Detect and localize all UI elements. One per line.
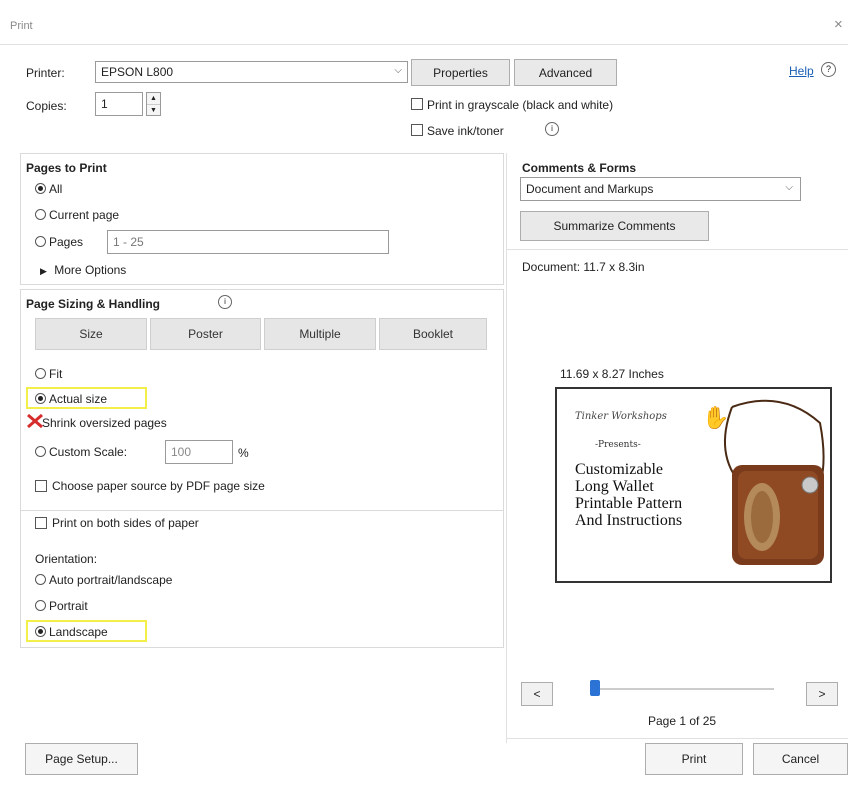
copies-input[interactable]: 1: [95, 92, 143, 116]
radio-current-page[interactable]: [35, 209, 46, 220]
preview-line: Long Wallet: [575, 478, 654, 495]
window-title: Print: [10, 20, 33, 32]
document-size-label: Document: 11.7 x 8.3in: [522, 260, 645, 274]
right-panel-divider: [506, 153, 507, 743]
comments-divider: [507, 249, 848, 250]
preview-page: Tinker Workshops ✋ -Presents- Customizab…: [555, 387, 832, 583]
printer-select[interactable]: EPSON L800 ⌵: [95, 61, 408, 83]
page-sizing-title: Page Sizing & Handling: [26, 297, 161, 311]
help-icon[interactable]: ?: [821, 62, 836, 77]
chevron-down-icon: ⌵: [394, 65, 402, 76]
duplex-checkbox[interactable]: [35, 517, 47, 529]
radio-portrait[interactable]: [35, 600, 46, 611]
radio-pages[interactable]: [35, 236, 46, 247]
summarize-comments-button[interactable]: Summarize Comments: [520, 211, 709, 241]
paper-source-checkbox[interactable]: [35, 480, 47, 492]
cancel-button[interactable]: Cancel: [753, 743, 848, 775]
tab-booklet[interactable]: Booklet: [379, 318, 487, 350]
preview-title-block: Customizable Long Wallet Printable Patte…: [575, 461, 682, 529]
radio-pages-label: Pages: [49, 235, 84, 249]
printer-value: EPSON L800: [101, 65, 174, 79]
radio-landscape-label: Landscape: [49, 625, 108, 639]
preview-line: Printable Pattern: [575, 495, 683, 512]
radio-landscape[interactable]: [35, 626, 46, 637]
advanced-button[interactable]: Advanced: [514, 59, 617, 86]
tab-size[interactable]: Size: [35, 318, 147, 350]
shrink-checkbox-crossed[interactable]: [27, 413, 43, 429]
footer-divider: [507, 738, 848, 739]
preview-size-label: 11.69 x 8.27 Inches: [560, 367, 664, 381]
save-ink-checkbox[interactable]: [411, 124, 423, 136]
pages-range-input[interactable]: 1 - 25: [107, 230, 389, 254]
radio-fit-label: Fit: [49, 367, 63, 381]
radio-current-label: Current page: [49, 208, 120, 222]
stepper-down-icon[interactable]: ▼: [147, 104, 160, 116]
page-info: Page 1 of 25: [648, 714, 717, 728]
radio-actual-label: Actual size: [49, 392, 108, 406]
duplex-label: Print on both sides of paper: [52, 516, 199, 530]
chevron-down-icon: ⌵: [785, 182, 793, 193]
preview-presents: -Presents-: [595, 440, 641, 450]
comments-select[interactable]: Document and Markups ⌵: [520, 177, 801, 201]
chevron-right-icon: >: [818, 687, 826, 701]
radio-all[interactable]: [35, 183, 46, 194]
radio-auto-label: Auto portrait/landscape: [49, 573, 173, 587]
properties-button[interactable]: Properties: [411, 59, 510, 86]
comments-forms-title: Comments & Forms: [522, 161, 637, 175]
chevron-left-icon: <: [533, 687, 541, 701]
paper-source-label: Choose paper source by PDF page size: [52, 479, 265, 493]
tab-multiple[interactable]: Multiple: [264, 318, 376, 350]
next-page-button[interactable]: >: [806, 682, 838, 706]
preview-line: And Instructions: [575, 512, 683, 529]
radio-portrait-label: Portrait: [49, 599, 88, 613]
red-x-icon: [27, 413, 43, 429]
copies-label: Copies:: [26, 99, 67, 113]
close-icon[interactable]: ×: [834, 16, 843, 33]
radio-actual-size[interactable]: [35, 393, 46, 404]
page-setup-button[interactable]: Page Setup...: [25, 743, 138, 775]
page-slider-track[interactable]: [594, 688, 774, 690]
page-slider-thumb[interactable]: [590, 680, 600, 696]
triangle-right-icon: ▶: [40, 266, 47, 276]
tab-poster[interactable]: Poster: [150, 318, 261, 350]
printer-label: Printer:: [26, 66, 65, 80]
prev-page-button[interactable]: <: [521, 682, 553, 706]
radio-all-label: All: [49, 182, 63, 196]
pages-to-print-title: Pages to Print: [26, 161, 107, 175]
custom-scale-input[interactable]: 100: [165, 440, 233, 464]
sizing-info-icon[interactable]: i: [218, 295, 232, 309]
orientation-title: Orientation:: [35, 552, 98, 566]
save-ink-label: Save ink/toner: [427, 124, 504, 138]
copies-stepper[interactable]: ▲ ▼: [146, 92, 161, 116]
shrink-label: Shrink oversized pages: [42, 416, 167, 430]
radio-custom-label: Custom Scale:: [49, 445, 128, 459]
more-options-toggle[interactable]: ▶ More Options: [40, 263, 126, 277]
comments-value: Document and Markups: [526, 182, 654, 196]
radio-fit[interactable]: [35, 368, 46, 379]
help-link[interactable]: Help: [789, 64, 814, 78]
title-divider: [0, 44, 848, 45]
preview-brand: Tinker Workshops: [575, 411, 667, 422]
grayscale-label: Print in grayscale (black and white): [427, 98, 614, 112]
radio-custom-scale[interactable]: [35, 446, 46, 457]
stepper-up-icon[interactable]: ▲: [147, 93, 160, 104]
print-button[interactable]: Print: [645, 743, 743, 775]
preview-line: Customizable: [575, 461, 663, 478]
radio-auto-orientation[interactable]: [35, 574, 46, 585]
percent-label: %: [238, 446, 249, 460]
wallet-image: [723, 399, 825, 565]
more-options-label: More Options: [54, 263, 127, 277]
grayscale-checkbox[interactable]: [411, 98, 423, 110]
info-icon[interactable]: i: [545, 122, 559, 136]
